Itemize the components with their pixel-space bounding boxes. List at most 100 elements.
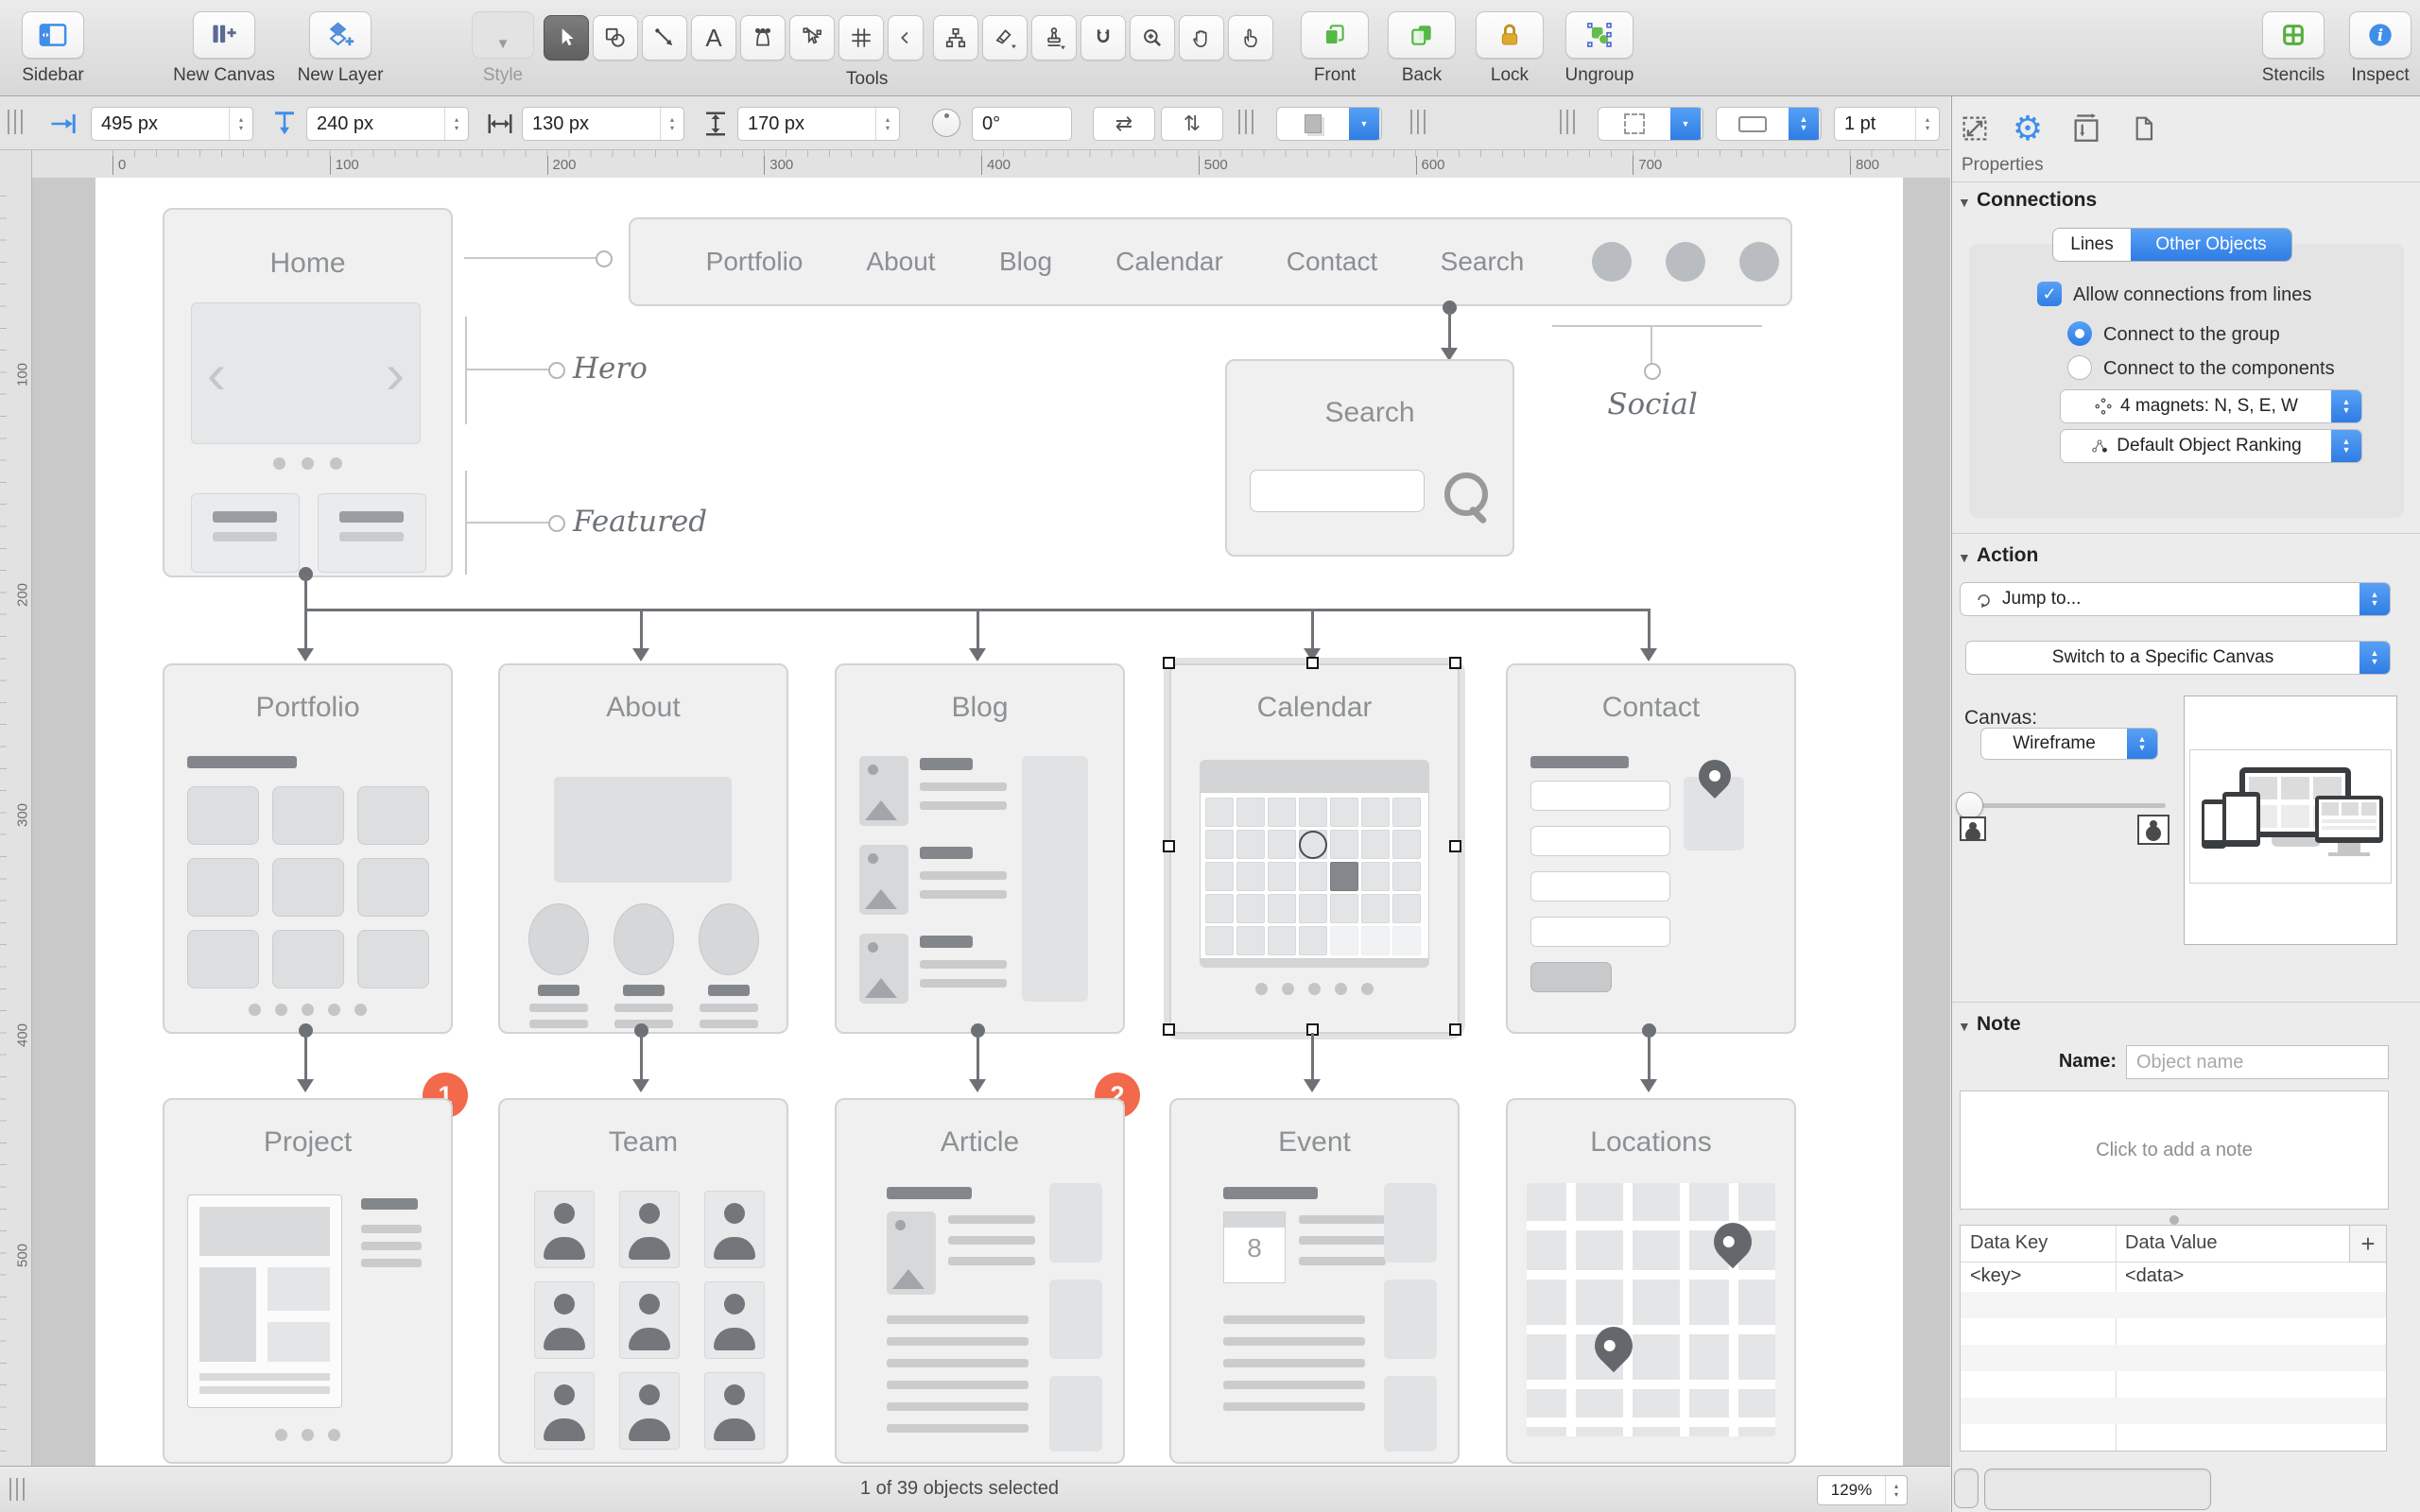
key-cell[interactable]: <key> [1970, 1265, 2021, 1287]
style-dropdown-button[interactable]: ▼ [472, 11, 534, 59]
featured-annotation[interactable]: Featured [573, 505, 707, 539]
connect-components-label[interactable]: Connect to the components [2103, 358, 2335, 380]
stroke-width-field[interactable]: 1 pt ▴ ▾ [1834, 107, 1940, 141]
diagram-tool-button[interactable] [933, 15, 978, 60]
stepper-icon[interactable]: ▴ ▾ [1885, 1476, 1907, 1504]
zoom-tool-button[interactable] [1130, 15, 1175, 60]
about-page-object[interactable]: About [498, 663, 788, 1034]
rotation-field[interactable]: 0° [972, 107, 1072, 141]
nav-bar-object[interactable]: Portfolio About Blog Calendar Contact Se… [629, 217, 1792, 306]
hero-callout-line[interactable] [465, 369, 548, 370]
canvas-area[interactable]: Home ‹ › Portfolio About Blog Calendar C… [32, 178, 1950, 1466]
connector-line[interactable] [304, 1033, 307, 1080]
connector-line[interactable] [1311, 610, 1314, 649]
disclosure-triangle[interactable]: ▼ [1958, 195, 1971, 210]
selection-handle[interactable] [1163, 657, 1175, 669]
selection-handle[interactable] [1449, 657, 1461, 669]
social-bracket[interactable] [1552, 325, 1762, 327]
new-canvas-button[interactable] [193, 11, 255, 59]
lock-button[interactable] [1476, 11, 1544, 59]
slider-thumb[interactable] [1956, 792, 1983, 819]
action-browse-tool-button[interactable] [1228, 15, 1273, 60]
social-annotation[interactable]: Social [1594, 387, 1711, 421]
connector-line[interactable] [1311, 1033, 1314, 1080]
horizontal-ruler[interactable]: 0 100 200 300 400 500 600 700 800 [32, 150, 1950, 179]
bottom-field[interactable] [1984, 1469, 2211, 1510]
inspect-button[interactable]: i [2349, 11, 2411, 59]
social-callout-line[interactable] [1651, 325, 1652, 365]
connect-group-label[interactable]: Connect to the group [2103, 324, 2280, 346]
connector-line[interactable] [1448, 310, 1451, 350]
selection-handle[interactable] [1449, 840, 1461, 852]
selection-handle[interactable] [1163, 840, 1175, 852]
resize-handle[interactable] [2169, 1215, 2179, 1225]
height-field[interactable]: 170 px ▴ ▾ [737, 107, 900, 141]
allow-connections-label[interactable]: Allow connections from lines [2073, 284, 2311, 306]
tab-properties-selected[interactable]: ⚙ [2007, 108, 2048, 149]
magnets-dropdown[interactable]: 4 magnets: N, S, E, W ▲ ▼ [2060, 389, 2362, 423]
home-page-object[interactable]: Home ‹ › [163, 208, 453, 577]
connector-line[interactable] [977, 1033, 979, 1080]
send-back-button[interactable] [1388, 11, 1456, 59]
connector-line[interactable] [640, 610, 643, 649]
stepper-icon[interactable]: ▴ ▾ [1915, 108, 1939, 140]
stroke-control[interactable]: ▼ [1598, 107, 1703, 141]
point-editor-tool-button[interactable] [789, 15, 835, 60]
width-field[interactable]: 130 px ▴ ▾ [522, 107, 684, 141]
bring-front-button[interactable] [1301, 11, 1369, 59]
blog-page-object[interactable]: Blog [835, 663, 1125, 1034]
team-page-object[interactable]: Team [498, 1098, 788, 1464]
stencils-button[interactable] [2262, 11, 2325, 59]
text-tool-button[interactable]: A [691, 15, 736, 60]
pen-tool-button[interactable] [740, 15, 786, 60]
tab-geometry[interactable] [1954, 108, 1996, 149]
selection-handle[interactable] [1449, 1023, 1461, 1036]
magnet-tool-button[interactable] [1080, 15, 1126, 60]
connect-components-radio[interactable] [2067, 355, 2092, 380]
value-cell[interactable]: <data> [2125, 1265, 2184, 1287]
y-position-field[interactable]: 240 px ▴ ▾ [306, 107, 469, 141]
flip-vertical-button[interactable]: ⇅ [1161, 107, 1223, 141]
line-tool-button[interactable] [642, 15, 687, 60]
data-key-header[interactable]: Data Key [1970, 1232, 2048, 1254]
bottom-mini-box[interactable] [1954, 1469, 1979, 1508]
canvas-preview-thumbnail[interactable] [2184, 696, 2397, 945]
line-style-control[interactable]: ▲ ▼ [1716, 107, 1822, 141]
connections-section-header[interactable]: Connections [1977, 189, 2097, 212]
stamp-tool-button[interactable] [1031, 15, 1077, 60]
style-brush-tool-button[interactable] [982, 15, 1028, 60]
object-name-input[interactable] [2126, 1045, 2389, 1079]
artboard-tool-button[interactable] [838, 15, 884, 60]
search-page-object[interactable]: Search [1225, 359, 1514, 557]
switch-canvas-dropdown[interactable]: Switch to a Specific Canvas ▲ ▼ [1965, 641, 2391, 675]
note-section-header[interactable]: Note [1977, 1013, 2021, 1036]
connect-group-radio[interactable] [2067, 321, 2092, 346]
note-text-area[interactable]: Click to add a note [1960, 1091, 2389, 1210]
featured-callout-line[interactable] [465, 522, 548, 524]
tab-lines[interactable]: Lines [2053, 229, 2131, 261]
calendar-page-object-selected[interactable]: Calendar [1169, 663, 1460, 1034]
connector-line[interactable] [304, 610, 307, 649]
ungroup-button[interactable] [1565, 11, 1634, 59]
ranking-dropdown[interactable]: Default Object Ranking ▲ ▼ [2060, 429, 2362, 463]
disclosure-triangle[interactable]: ▼ [1958, 550, 1971, 565]
sidebar-button[interactable] [22, 11, 84, 59]
contact-page-object[interactable]: Contact [1506, 663, 1796, 1034]
rotation-knob[interactable] [932, 109, 960, 137]
table-row[interactable]: <key> <data> [1961, 1262, 2386, 1292]
stepper-icon[interactable]: ▴ ▾ [444, 108, 468, 140]
tab-canvas-size[interactable] [2066, 108, 2107, 149]
allow-connections-checkbox[interactable]: ✓ [2037, 282, 2062, 306]
object-data-table[interactable]: Data Key Data Value + <key> <data> [1960, 1225, 2387, 1452]
flip-horizontal-button[interactable]: ⇄ [1093, 107, 1155, 141]
shadow-control[interactable]: ▼ [1276, 107, 1382, 141]
selection-tool-button[interactable] [544, 15, 589, 60]
tab-document[interactable] [2123, 108, 2165, 149]
action-section-header[interactable]: Action [1977, 544, 2038, 567]
article-page-object[interactable]: Article [835, 1098, 1125, 1464]
add-row-button[interactable]: + [2349, 1226, 2386, 1263]
hand-tool-button[interactable] [1179, 15, 1224, 60]
connector-line[interactable] [1648, 1033, 1651, 1080]
callout-line[interactable] [464, 257, 596, 259]
portfolio-page-object[interactable]: Portfolio [163, 663, 453, 1034]
